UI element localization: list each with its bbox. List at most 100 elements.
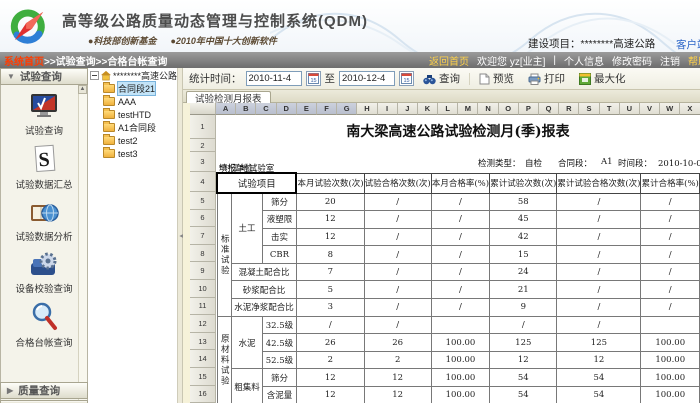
column-header[interactable]: L	[438, 103, 458, 115]
value-cell[interactable]: /	[364, 299, 431, 317]
item-cell[interactable]: 击实	[262, 228, 296, 246]
value-cell[interactable]: 54	[557, 387, 641, 403]
value-cell[interactable]: /	[364, 281, 431, 299]
column-header[interactable]: X	[680, 103, 700, 115]
value-cell[interactable]: 21	[490, 281, 557, 299]
value-cell[interactable]: 12	[364, 387, 431, 403]
value-cell[interactable]: 5	[296, 281, 364, 299]
item-cell[interactable]: 砂浆配合比	[232, 281, 297, 299]
sheet-corner[interactable]	[190, 103, 216, 115]
tree-node[interactable]: test3	[88, 147, 177, 160]
item-cell[interactable]: CBR	[262, 246, 296, 264]
value-cell[interactable]: 12	[296, 211, 364, 229]
row-header[interactable]: 15	[190, 368, 216, 386]
column-header[interactable]: K	[418, 103, 438, 115]
row-header[interactable]: 5	[190, 192, 216, 210]
value-cell[interactable]: /	[364, 263, 431, 281]
row-header[interactable]: 14	[190, 350, 216, 368]
item-cell[interactable]: 52.5级	[262, 351, 296, 369]
sidebar-item-pass-ledger-query[interactable]: 合格台帐查询	[9, 301, 79, 349]
column-header[interactable]: M	[458, 103, 478, 115]
row-header[interactable]: 16	[190, 386, 216, 403]
subgroup-cell[interactable]: 水泥	[232, 316, 263, 369]
value-cell[interactable]: /	[490, 316, 557, 334]
column-header[interactable]: P	[519, 103, 539, 115]
row-header[interactable]: 10	[190, 280, 216, 298]
logout-link[interactable]: 注销	[660, 53, 680, 68]
value-cell[interactable]: 2	[364, 351, 431, 369]
value-cell[interactable]: 12	[296, 228, 364, 246]
date-from-input[interactable]	[246, 71, 302, 86]
column-header-selected[interactable]: C	[256, 103, 276, 115]
row-header[interactable]: 7	[190, 227, 216, 245]
value-cell[interactable]: /	[641, 299, 700, 317]
value-cell[interactable]: 12	[364, 369, 431, 387]
value-cell[interactable]: /	[641, 193, 700, 211]
column-header[interactable]: S	[579, 103, 599, 115]
calendar-from-button[interactable]: 15	[306, 71, 321, 86]
tree-node[interactable]: A1合同段	[88, 121, 177, 134]
column-header[interactable]: H	[357, 103, 377, 115]
tree-node[interactable]: 合同段21	[88, 82, 177, 95]
profile-link[interactable]: 个人信息	[564, 53, 604, 68]
column-header[interactable]: V	[640, 103, 660, 115]
column-header[interactable]: T	[600, 103, 620, 115]
item-cell[interactable]: 含泥量	[262, 387, 296, 403]
value-cell[interactable]	[431, 316, 489, 334]
column-header[interactable]: I	[378, 103, 398, 115]
breadcrumb-home-link[interactable]: 系统首页	[4, 57, 44, 68]
value-cell[interactable]: 26	[364, 334, 431, 352]
value-cell[interactable]: 12	[296, 369, 364, 387]
value-cell[interactable]: /	[557, 263, 641, 281]
value-cell[interactable]: 20	[296, 193, 364, 211]
report-header-cell[interactable]: 累计试验合格次数(次)	[557, 173, 641, 193]
value-cell[interactable]: 100.00	[431, 351, 489, 369]
column-header[interactable]: U	[620, 103, 640, 115]
value-cell[interactable]: /	[641, 246, 700, 264]
column-header-selected[interactable]: F	[317, 103, 337, 115]
collapse-icon[interactable]	[90, 71, 99, 80]
column-header-selected[interactable]: D	[277, 103, 297, 115]
sidebar-item-data-summary[interactable]: S 试验数据汇总	[9, 143, 79, 191]
help-link[interactable]: 帮助	[688, 53, 700, 68]
sidebar-item-test-query[interactable]: 试验查询	[9, 91, 79, 137]
date-to-input[interactable]	[339, 71, 395, 86]
report-header-cell[interactable]: 试验项目	[217, 173, 296, 193]
query-button[interactable]: 查询	[418, 71, 465, 86]
value-cell[interactable]: 7	[296, 263, 364, 281]
value-cell[interactable]: 125	[490, 334, 557, 352]
sidebar-scrollbar[interactable]: ▲ ▼	[78, 85, 87, 403]
value-cell[interactable]: 9	[490, 299, 557, 317]
value-cell[interactable]: /	[431, 211, 489, 229]
row-header[interactable]: 8	[190, 245, 216, 263]
tree-root-node[interactable]: ********高速公路	[88, 68, 177, 82]
value-cell[interactable]: 54	[490, 387, 557, 403]
sidebar-item-data-analysis[interactable]: 试验数据分析	[9, 197, 79, 243]
value-cell[interactable]: 100.00	[641, 387, 700, 403]
value-cell[interactable]: /	[557, 228, 641, 246]
value-cell[interactable]: /	[641, 281, 700, 299]
value-cell[interactable]: 100.00	[431, 369, 489, 387]
row-header[interactable]: 3	[190, 152, 216, 172]
subgroup-cell[interactable]: 土工	[232, 193, 263, 263]
value-cell[interactable]: /	[296, 316, 364, 334]
column-header-selected[interactable]: A	[216, 103, 236, 115]
value-cell[interactable]: /	[364, 193, 431, 211]
value-cell[interactable]: /	[364, 228, 431, 246]
sidebar-item-equipment-check[interactable]: 设备校验查询	[9, 249, 79, 295]
value-cell[interactable]: /	[364, 211, 431, 229]
column-header-selected[interactable]: G	[337, 103, 357, 115]
value-cell[interactable]	[641, 316, 700, 334]
item-cell[interactable]: 32.5级	[262, 316, 296, 334]
row-header[interactable]: 13	[190, 333, 216, 351]
value-cell[interactable]: 42	[490, 228, 557, 246]
column-header[interactable]: N	[478, 103, 498, 115]
value-cell[interactable]: /	[557, 193, 641, 211]
value-cell[interactable]: /	[431, 263, 489, 281]
value-cell[interactable]: /	[641, 211, 700, 229]
item-cell[interactable]: 混凝土配合比	[232, 263, 297, 281]
item-cell[interactable]: 筛分	[262, 193, 296, 211]
report-header-cell[interactable]: 累计试验次数(次)	[490, 173, 557, 193]
value-cell[interactable]: /	[431, 299, 489, 317]
report-header-cell[interactable]: 本月合格率(%)	[431, 173, 489, 193]
